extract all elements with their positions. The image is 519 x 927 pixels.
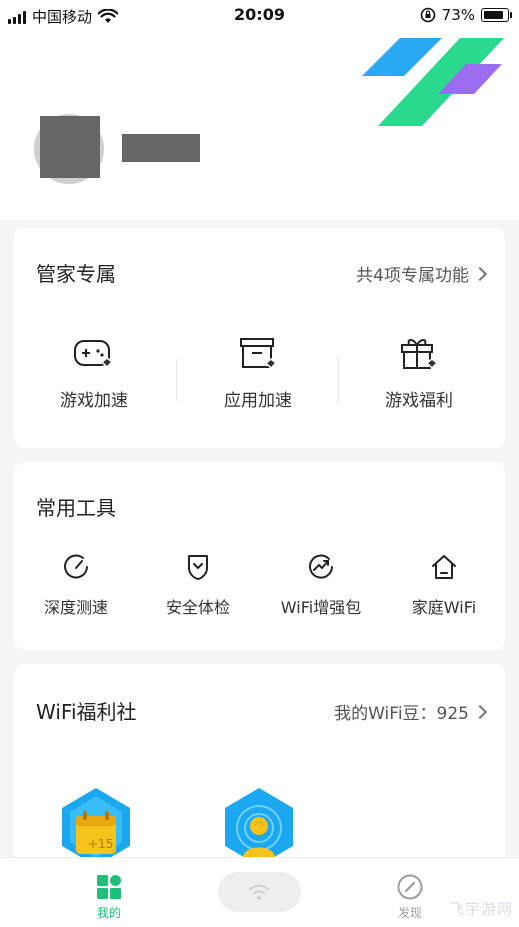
battery-icon — [481, 8, 512, 22]
app-box-icon — [240, 338, 278, 370]
nav-mine[interactable]: 我的 — [84, 874, 134, 921]
welfare-card-title: WiFi福利社 — [36, 700, 137, 724]
boost-chart-icon — [309, 554, 333, 579]
battery-percent: 73% — [441, 6, 475, 24]
tool-home-wifi[interactable]: 家庭WiFi — [384, 552, 504, 618]
tool-security-check-label: 安全体检 — [165, 598, 230, 617]
gift-icon — [401, 339, 439, 370]
wifi-beans-link-label: 我的WiFi豆：925 — [334, 704, 469, 724]
checkin-badge-text: +15 — [88, 837, 113, 851]
tools-card-title: 常用工具 — [36, 496, 116, 520]
divider — [176, 358, 177, 402]
wifi-icon — [249, 884, 269, 900]
tool-security-check[interactable]: 安全体检 — [138, 552, 258, 618]
divider — [338, 358, 339, 402]
nav-discover-label: 发现 — [397, 906, 422, 920]
nav-discover[interactable]: 发现 — [385, 874, 435, 921]
tool-wifi-booster[interactable]: WiFi增强包 — [261, 552, 381, 618]
watermark: 飞宇游网 — [448, 900, 513, 918]
wifi-beans-link[interactable]: 我的WiFi豆：925 — [334, 699, 488, 724]
home-icon — [432, 555, 456, 579]
vip-features-link-label: 共4项专属功能 — [356, 266, 469, 286]
status-bar: 中国移动 20:09 73% — [0, 0, 519, 30]
vip-features-card: 管家专属 共4项专属功能 游戏加速 应用加速 游戏福利 — [14, 228, 505, 448]
avatar-redaction — [40, 116, 100, 178]
profile-header — [0, 30, 519, 220]
compass-icon — [397, 874, 423, 900]
bottom-nav: 我的 发现 — [0, 857, 519, 927]
brand-logo-icon — [362, 38, 504, 126]
vip-card-title: 管家专属 — [36, 262, 116, 286]
chevron-right-icon — [472, 266, 488, 281]
feature-game-welfare[interactable]: 游戏福利 — [349, 336, 489, 411]
orientation-lock-icon — [420, 7, 435, 23]
feature-app-boost-label: 应用加速 — [224, 391, 292, 411]
shield-icon — [188, 555, 208, 580]
username-redaction[interactable] — [122, 134, 200, 162]
vip-features-link[interactable]: 共4项专属功能 — [356, 261, 488, 286]
tool-home-wifi-label: 家庭WiFi — [411, 598, 477, 617]
nav-mine-label: 我的 — [96, 906, 121, 920]
chevron-right-icon — [472, 704, 488, 719]
feature-game-welfare-label: 游戏福利 — [385, 391, 453, 411]
tool-wifi-booster-label: WiFi增强包 — [280, 598, 362, 617]
tool-speed-test[interactable]: 深度测速 — [16, 552, 136, 618]
grid-apps-icon — [97, 875, 121, 899]
coin-user-badge-icon[interactable] — [221, 786, 297, 866]
feature-game-boost[interactable]: 游戏加速 — [24, 336, 164, 411]
tool-speed-test-label: 深度测速 — [43, 598, 108, 617]
feature-app-boost[interactable]: 应用加速 — [188, 336, 328, 411]
tools-card: 常用工具 深度测速 安全体检 WiFi增强包 家庭WiFi — [14, 462, 505, 650]
feature-game-boost-label: 游戏加速 — [60, 391, 128, 411]
speedometer-icon — [64, 554, 88, 579]
status-right: 73% — [420, 6, 512, 24]
gamepad-icon — [74, 340, 114, 369]
nav-wifi[interactable] — [218, 872, 301, 912]
calendar-checkin-badge-icon[interactable]: +15 — [58, 786, 134, 866]
wifi-welfare-card: WiFi福利社 我的WiFi豆：925 +15 — [14, 664, 505, 884]
